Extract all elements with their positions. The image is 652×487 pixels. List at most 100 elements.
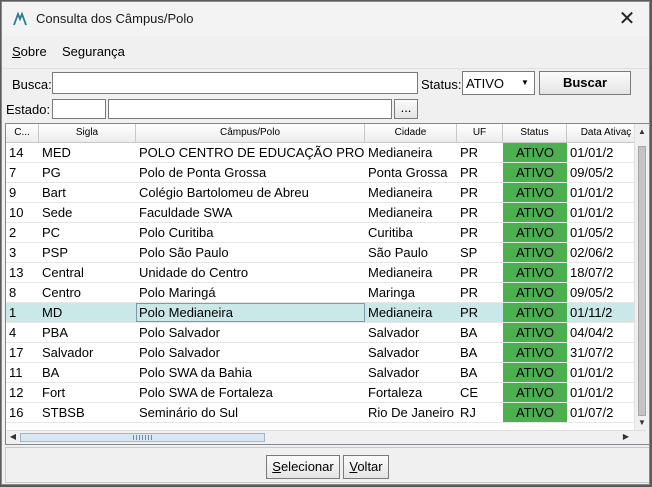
cell-status: ATIVO (503, 183, 567, 202)
cell-sigla: MED (42, 145, 71, 160)
table-row[interactable]: 3 PSP Polo São Paulo São Paulo SP ATIVO 02/06/… (6, 243, 646, 263)
scroll-down-icon[interactable]: ▼ (635, 418, 649, 427)
consulta-campus-window: Consulta dos Câmpus/Polo ✕ Sobre Seguran… (1, 1, 650, 485)
cell-cidade: Fortaleza (368, 385, 423, 400)
table-row[interactable]: 14 MED POLO CENTRO DE EDUCAÇÃO PRO... Medi… (6, 143, 646, 163)
menu-sobre[interactable]: Sobre (12, 44, 47, 59)
cell-cidade: Medianeira (368, 145, 433, 160)
cell-sigla: PBA (42, 325, 69, 340)
cell-sigla: Bart (42, 185, 66, 200)
cell-uf: CE (460, 385, 479, 400)
voltar-button[interactable]: Voltar (343, 455, 389, 479)
cell-campus: Colégio Bartolomeu de Abreu (139, 185, 309, 200)
vertical-scrollbar[interactable]: ▲ ▼ (634, 124, 649, 444)
header-col-cidade[interactable]: Cidade (365, 124, 457, 143)
title-bar: Consulta dos Câmpus/Polo ✕ (2, 2, 649, 36)
table-row[interactable]: 9 Bart Colégio Bartolomeu de Abreu Medianei… (6, 183, 646, 203)
menu-sobre-mnemonic: S (12, 44, 21, 59)
cell-campus: Polo Maringá (139, 285, 216, 300)
cell-cidade: Medianeira (368, 205, 433, 220)
cell-status: ATIVO (503, 403, 567, 422)
cell-campus: Polo Salvador (139, 345, 220, 360)
cell-status: ATIVO (503, 263, 567, 282)
cell-cidade: Curitiba (368, 225, 413, 240)
buscar-button[interactable]: Buscar (539, 71, 631, 95)
cell-status: ATIVO (503, 363, 567, 382)
table-row[interactable]: 2 PC Polo Curitiba Curitiba PR ATIVO 01/05/2 (6, 223, 646, 243)
chevron-down-icon: ▼ (521, 78, 529, 87)
menu-seguranca[interactable]: Segurança (62, 44, 125, 59)
cell-code: 3 (9, 245, 17, 260)
header-col-status[interactable]: Status (503, 124, 567, 143)
cell-code: 16 (9, 405, 24, 420)
cell-sigla: Sede (42, 205, 73, 220)
voltar-label: oltar (357, 459, 383, 474)
cell-sigla: PG (42, 165, 61, 180)
header-col-sigla[interactable]: Sigla (39, 124, 136, 143)
horizontal-scroll-thumb[interactable] (20, 433, 265, 442)
table-row-selected[interactable]: 1 MD Polo Medianeira Medianeira PR ATIVO 01/11… (6, 303, 646, 323)
estado-code-input[interactable] (52, 99, 106, 119)
busca-input[interactable] (52, 72, 418, 94)
cell-status: ATIVO (503, 203, 567, 222)
cell-code: 2 (9, 225, 17, 240)
scroll-up-icon[interactable]: ▲ (635, 127, 649, 136)
footer-bar: Selecionar Voltar (5, 447, 649, 483)
cell-campus: Polo de Ponta Grossa (139, 165, 267, 180)
cell-sigla: PC (42, 225, 61, 240)
horizontal-scrollbar[interactable]: ◀ ▶ (6, 430, 646, 444)
table-row[interactable]: 12 Fort Polo SWA de Fortaleza Fortaleza CE AT… (6, 383, 646, 403)
cell-code: 13 (9, 265, 24, 280)
header-col-code[interactable]: C... (6, 124, 39, 143)
close-icon[interactable]: ✕ (615, 7, 639, 31)
cell-status: ATIVO (503, 323, 567, 342)
header-col-campus[interactable]: Câmpus/Polo (136, 124, 365, 143)
cell-sigla: Salvador (42, 345, 94, 360)
status-label: Status: (421, 77, 462, 92)
cell-uf: BA (460, 325, 478, 340)
cell-uf: PR (460, 145, 479, 160)
campus-table: C... Sigla Câmpus/Polo Cidade UF Status Data A… (5, 123, 649, 445)
cell-cidade: Salvador (368, 345, 420, 360)
table-row[interactable]: 16 STBSB Seminário do Sul Rio De Janeiro RJ A… (6, 403, 646, 423)
table-row[interactable]: 4 PBA Polo Salvador Salvador BA ATIVO 04/04/2 (6, 323, 646, 343)
menu-bar: Sobre Segurança (2, 36, 649, 69)
table-row[interactable]: 11 BA Polo SWA da Bahia Salvador BA ATIVO 01/0… (6, 363, 646, 383)
cell-sigla: STBSB (42, 405, 85, 420)
cell-code: 4 (9, 325, 17, 340)
cell-uf: BA (460, 365, 478, 380)
cell-code: 1 (9, 305, 17, 320)
cell-uf: PR (460, 205, 479, 220)
cell-status: ATIVO (503, 303, 567, 322)
table-row[interactable]: 7 PG Polo de Ponta Grossa Ponta Grossa PR ATI… (6, 163, 646, 183)
estado-name-input[interactable] (108, 99, 392, 119)
header-col-uf[interactable]: UF (457, 124, 503, 143)
cell-sigla: Centro (42, 285, 82, 300)
cell-cidade: Maringa (368, 285, 415, 300)
estado-lookup-button[interactable]: ... (394, 99, 418, 119)
cell-cidade: São Paulo (368, 245, 428, 260)
selecionar-button[interactable]: Selecionar (266, 455, 340, 479)
cell-sigla: Central (42, 265, 84, 280)
cell-campus: Polo SWA da Bahia (139, 365, 252, 380)
cell-campus: POLO CENTRO DE EDUCAÇÃO PRO... (139, 145, 365, 160)
menu-sobre-label: obre (20, 44, 47, 59)
table-row[interactable]: 13 Central Unidade do Centro Medianeira PR AT… (6, 263, 646, 283)
estado-label: Estado: (6, 102, 51, 117)
table-row[interactable]: 10 Sede Faculdade SWA Medianeira PR ATIVO 01/0… (6, 203, 646, 223)
vertical-scroll-thumb[interactable] (638, 146, 646, 416)
selecionar-mnemonic: S (272, 459, 281, 474)
cell-cidade: Salvador (368, 325, 420, 340)
cell-status: ATIVO (503, 223, 567, 242)
cell-code: 7 (9, 165, 17, 180)
table-row[interactable]: 8 Centro Polo Maringá Maringa PR ATIVO 09/05/2 (6, 283, 646, 303)
table-row[interactable]: 17 Salvador Polo Salvador Salvador BA ATIVO 31… (6, 343, 646, 363)
cell-code: 9 (9, 185, 17, 200)
cell-cidade: Salvador (368, 365, 420, 380)
scroll-right-icon[interactable]: ▶ (621, 432, 631, 441)
cell-sigla: Fort (42, 385, 66, 400)
cell-code: 14 (9, 145, 24, 160)
scroll-left-icon[interactable]: ◀ (8, 432, 18, 441)
cell-uf: PR (460, 305, 479, 320)
status-select[interactable]: ATIVO ▼ (462, 71, 535, 95)
